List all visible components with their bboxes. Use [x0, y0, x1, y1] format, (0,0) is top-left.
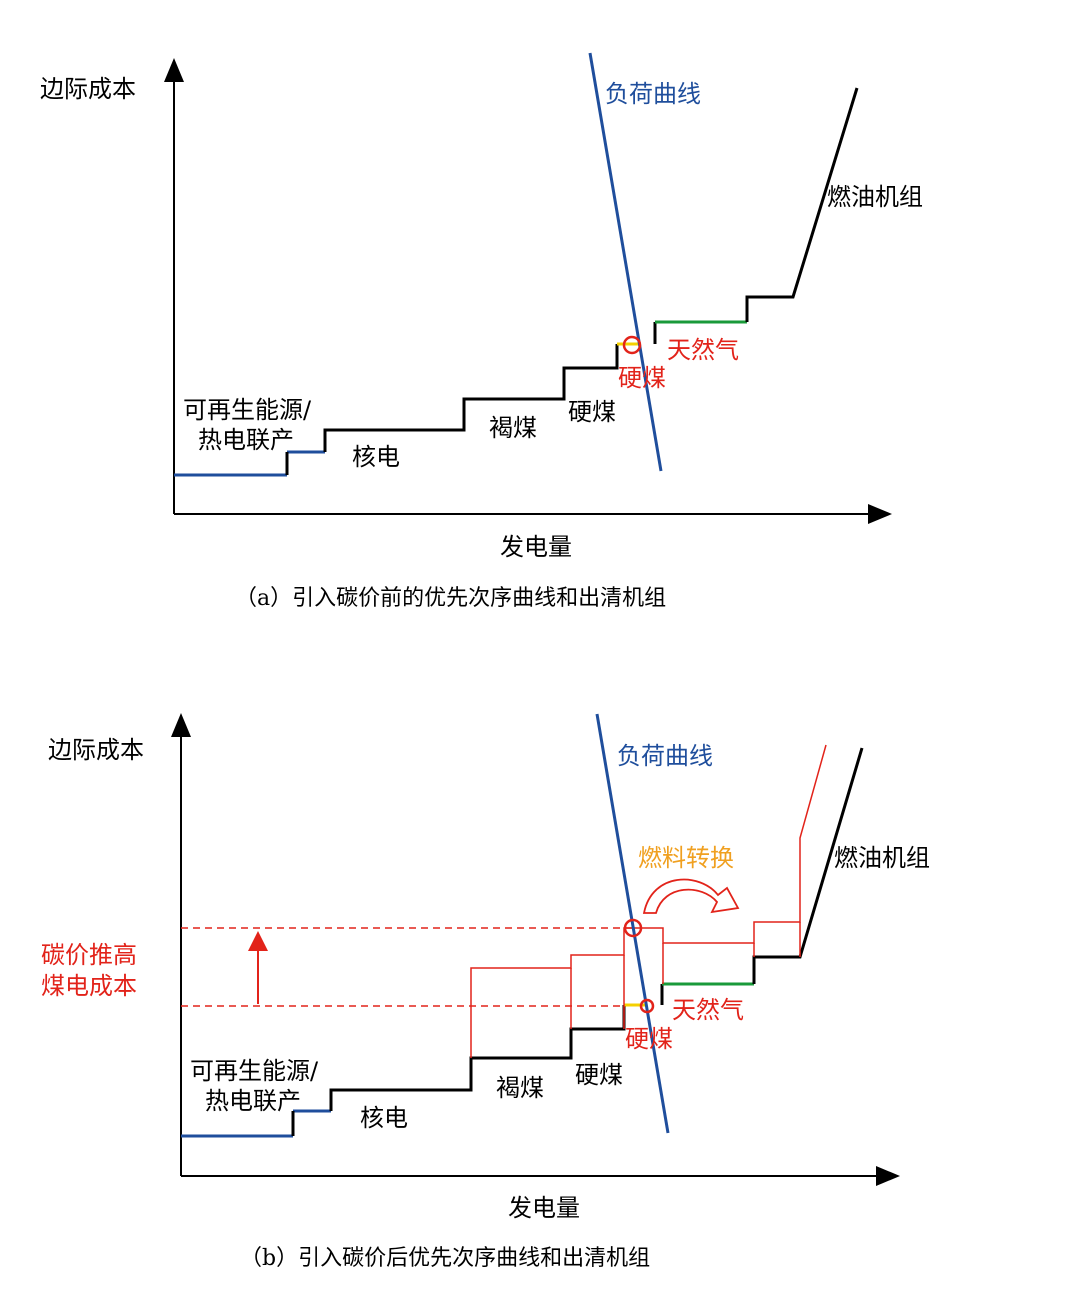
nuclear-label-b: 核电	[360, 1104, 408, 1132]
lignite-label-a: 褐煤	[489, 414, 537, 442]
fuel-switch-label-b: 燃料转换	[638, 844, 734, 872]
nuclear-label-a: 核电	[352, 443, 400, 471]
hard-coal-label-a: 硬煤	[568, 398, 616, 426]
demand-label-b: 负荷曲线	[617, 742, 713, 770]
demand-label-a: 负荷曲线	[605, 80, 701, 108]
oil-label-b: 燃油机组	[834, 844, 930, 872]
renewable-label-a-2: 热电联产	[198, 426, 294, 454]
gas-label-b: 天然气	[672, 996, 744, 1024]
marginal-hard-coal-label-b: 硬煤	[625, 1025, 673, 1053]
renewable-label-b-2: 热电联产	[205, 1087, 301, 1115]
x-axis-label-a: 发电量	[500, 533, 572, 561]
x-axis-label-b: 发电量	[508, 1194, 580, 1222]
caption-a: （a）引入碳价前的优先次序曲线和出清机组	[235, 586, 666, 611]
carbon-label-b-2: 煤电成本	[41, 972, 137, 1000]
fuel-switch-arrow-b	[642, 878, 740, 914]
renewable-label-b-1: 可再生能源/	[190, 1057, 319, 1085]
lignite-label-b: 褐煤	[496, 1074, 544, 1102]
hard-coal-label-b: 硬煤	[575, 1061, 623, 1089]
caption-b: （b）引入碳价后优先次序曲线和出清机组	[240, 1246, 650, 1271]
y-axis-label-a: 边际成本	[40, 75, 136, 103]
renewable-label-a-1: 可再生能源/	[183, 396, 312, 424]
carbon-label-b-1: 碳价推高	[41, 941, 137, 969]
y-axis-label-b: 边际成本	[48, 736, 144, 764]
panel-b: 边际成本 发电量 负荷曲线 碳价推高 煤电成本 燃料转换 可再生能源/ 热电联产…	[41, 713, 930, 1271]
oil-label-a: 燃油机组	[827, 183, 923, 211]
panel-a: 边际成本 发电量 负荷曲线 可再生能源/ 热电联产 核电 褐煤 硬煤 硬煤 天然…	[40, 52, 923, 611]
gas-label-a: 天然气	[667, 336, 739, 364]
merit-order-figure: 边际成本 发电量 负荷曲线 可再生能源/ 热电联产 核电 褐煤 硬煤 硬煤 天然…	[40, 52, 930, 1271]
marginal-hard-coal-label-a: 硬煤	[618, 364, 666, 392]
